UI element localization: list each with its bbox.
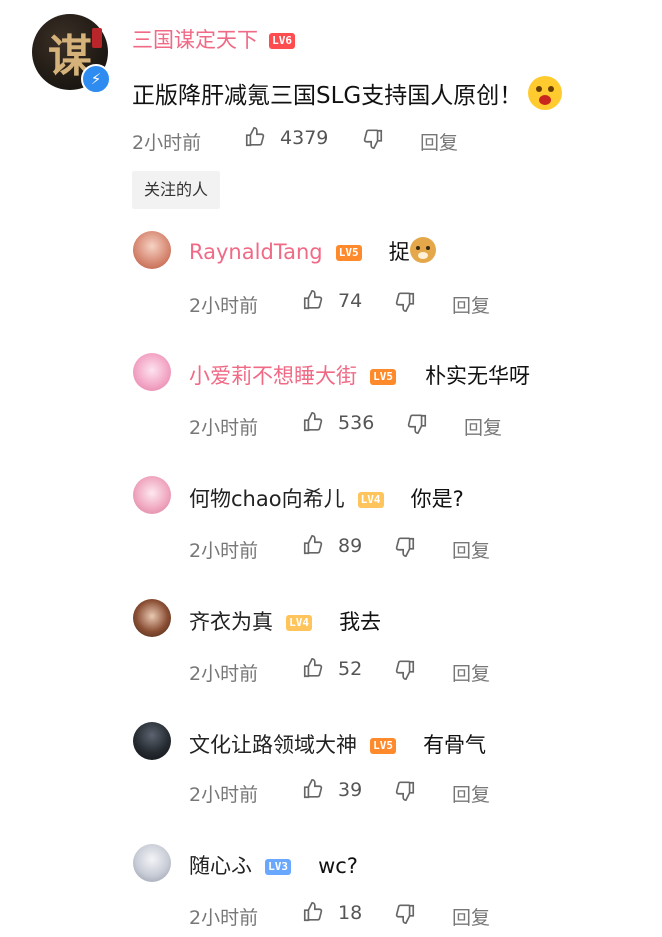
dislike-button[interactable] (394, 659, 416, 681)
like-button[interactable]: 39 (302, 778, 362, 801)
thumbs-up-icon (303, 412, 323, 432)
avatar[interactable] (133, 231, 171, 269)
avatar[interactable] (133, 722, 171, 760)
username[interactable]: 何物chao向希儿 (189, 487, 345, 511)
thumbs-down-icon (363, 129, 383, 149)
reply-button[interactable]: 回复 (452, 291, 490, 318)
thumbs-up-icon (303, 290, 323, 310)
like-count: 18 (338, 902, 363, 924)
comment-time: 2小时前 (132, 132, 202, 154)
like-count: 39 (338, 779, 363, 801)
comment-time: 2小时前 (189, 417, 259, 439)
like-button[interactable]: 89 (302, 534, 362, 557)
like-button[interactable]: 4379 (244, 126, 328, 149)
thumbs-down-icon (395, 292, 415, 312)
username[interactable]: 小爱莉不想睡大街 (189, 364, 357, 388)
reply-header: RaynaldTang LV5 捉 (189, 236, 436, 266)
reply-text: 捉 (388, 240, 410, 264)
thumbs-down-icon (407, 414, 427, 434)
reply-button[interactable]: 回复 (452, 536, 490, 563)
level-badge: LV5 (335, 245, 362, 261)
thumbs-up-icon (303, 658, 323, 678)
level-badge: LV5 (370, 738, 396, 754)
thumbs-up-icon (303, 779, 323, 799)
like-count: 536 (338, 412, 375, 434)
main-comment-text: 正版降肝减氪三国SLG支持国人原创！ (132, 76, 563, 110)
reply-button[interactable]: 回复 (452, 903, 490, 930)
thumbs-down-icon (395, 904, 415, 924)
reply-text: wc? (318, 854, 358, 878)
comment-time: 2小时前 (189, 907, 259, 929)
level-badge: LV5 (370, 369, 396, 385)
verified-icon: ⚡ (81, 64, 111, 94)
reply-button[interactable]: 回复 (452, 659, 490, 686)
like-button[interactable]: 74 (302, 289, 362, 312)
thumbs-down-icon (395, 537, 415, 557)
username[interactable]: 随心ふ (189, 854, 252, 878)
username[interactable]: 三国谋定天下 (132, 28, 258, 52)
dislike-button[interactable] (394, 780, 416, 802)
thumbs-up-icon (245, 127, 265, 147)
thumbs-up-icon (303, 535, 323, 555)
level-badge: LV4 (286, 615, 312, 631)
reply-text: 我去 (339, 610, 382, 634)
shocked-emoji-icon (528, 76, 563, 110)
like-button[interactable]: 536 (302, 411, 374, 434)
following-tag[interactable]: 关注的人 (132, 171, 221, 209)
reply-header: 齐衣为真 LV4 我去 (189, 606, 381, 636)
reply-text: 有骨气 (423, 733, 487, 757)
avatar-seal (92, 28, 102, 48)
username[interactable]: 齐衣为真 (189, 610, 273, 634)
comment-time: 2小时前 (189, 295, 259, 317)
like-count: 89 (338, 535, 363, 557)
reply-text: 你是? (410, 487, 464, 511)
reply-header: 小爱莉不想睡大街 LV5 朴实无华呀 (189, 360, 530, 390)
like-count: 4379 (280, 127, 329, 149)
thumbs-down-icon (395, 660, 415, 680)
dislike-button[interactable] (394, 536, 416, 558)
like-count: 52 (338, 658, 363, 680)
level-badge: LV3 (265, 859, 291, 875)
level-badge: LV6 (269, 33, 295, 49)
like-button[interactable]: 18 (302, 901, 362, 924)
level-badge: LV4 (357, 492, 384, 508)
reply-header: 何物chao向希儿 LV4 你是? (189, 483, 464, 513)
thumbs-down-icon (395, 781, 415, 801)
comment-time: 2小时前 (189, 540, 259, 562)
reply-button[interactable]: 回复 (464, 413, 502, 440)
reply-text: 朴实无华呀 (425, 364, 531, 388)
reply-header: 文化让路领域大神 LV5 有骨气 (189, 729, 486, 759)
avatar[interactable] (133, 353, 171, 391)
dislike-button[interactable] (406, 413, 428, 435)
username[interactable]: 文化让路领域大神 (189, 733, 357, 757)
doge-emoji-icon (409, 237, 436, 263)
dislike-button[interactable] (394, 903, 416, 925)
username[interactable]: RaynaldTang (189, 240, 323, 264)
reply-button[interactable]: 回复 (452, 780, 490, 807)
comment-time: 2小时前 (189, 784, 259, 806)
comment-time: 2小时前 (189, 663, 259, 685)
dislike-button[interactable] (362, 128, 384, 150)
reply-button[interactable]: 回复 (420, 128, 458, 155)
like-count: 74 (338, 290, 363, 312)
thumbs-up-icon (303, 902, 323, 922)
avatar[interactable] (133, 476, 171, 514)
avatar[interactable] (133, 844, 171, 882)
dislike-button[interactable] (394, 291, 416, 313)
reply-header: 随心ふ LV3 wc? (189, 850, 358, 880)
comment-text: 正版降肝减氪三国SLG支持国人原创！ (132, 83, 523, 109)
main-comment-author[interactable]: 三国谋定天下 LV6 (132, 24, 295, 54)
avatar[interactable] (133, 599, 171, 637)
like-button[interactable]: 52 (302, 657, 362, 680)
